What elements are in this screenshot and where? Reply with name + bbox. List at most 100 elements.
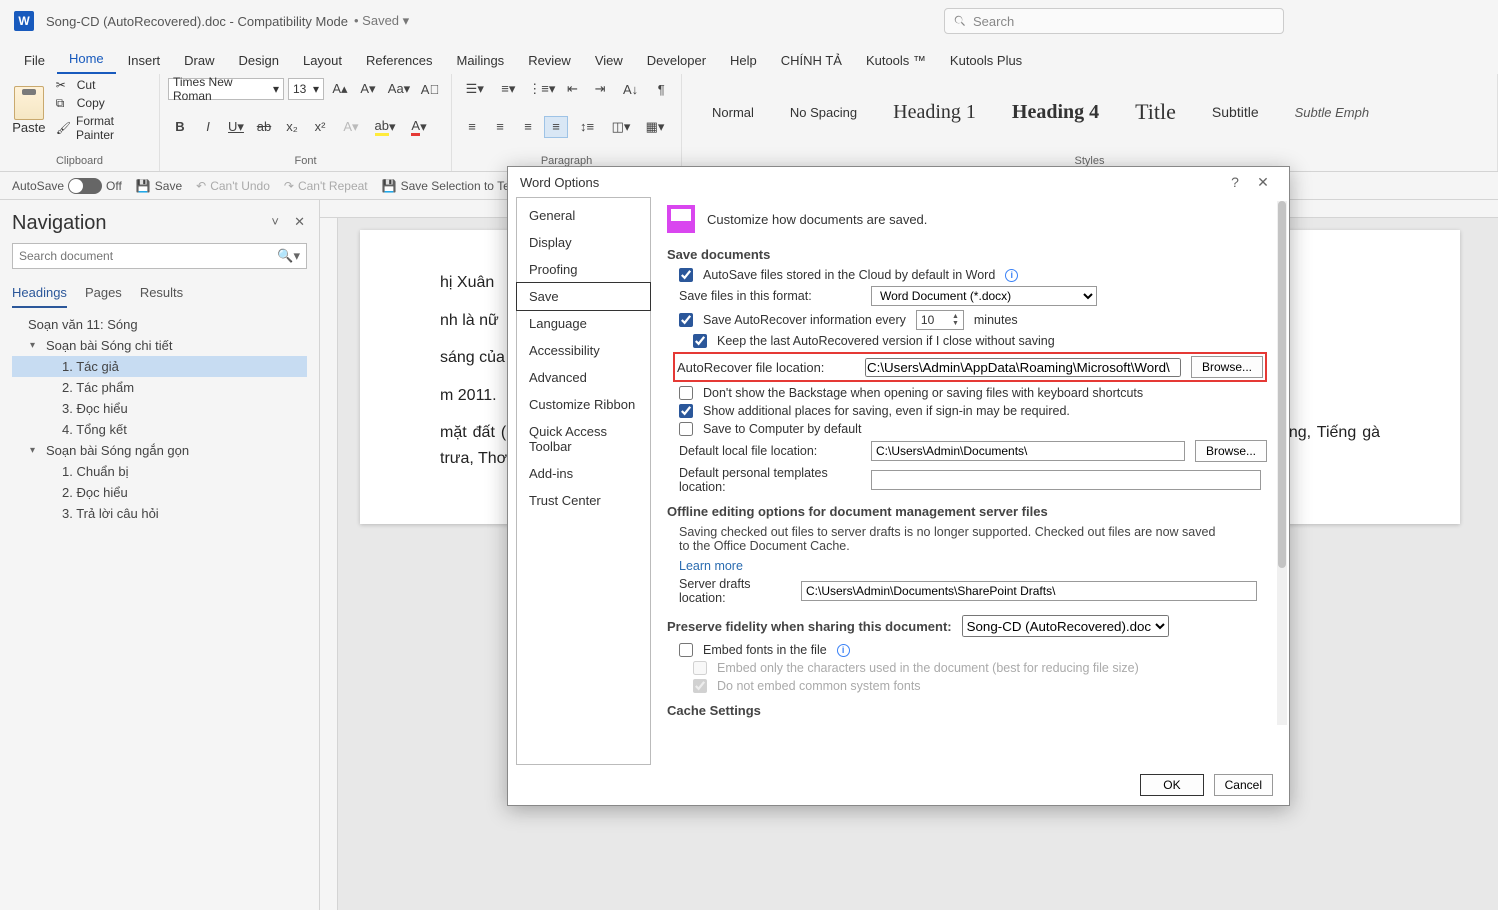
nav-search-box[interactable]: 🔍▾ [12, 243, 307, 269]
increase-font-button[interactable]: A▴ [328, 78, 352, 100]
nav-node[interactable]: 2. Đọc hiểu [12, 482, 307, 503]
category-add-ins[interactable]: Add-ins [517, 460, 650, 487]
autorecover-minutes-spinner[interactable]: 10▲▼ [916, 310, 964, 330]
italic-button[interactable]: I [196, 116, 220, 138]
nav-tab-pages[interactable]: Pages [85, 279, 122, 308]
ok-button[interactable]: OK [1140, 774, 1203, 796]
style-subtle-emph[interactable]: Subtle Emph [1281, 101, 1383, 124]
nav-node[interactable]: 3. Đọc hiểu [12, 398, 307, 419]
dialog-scrollbar[interactable] [1277, 201, 1287, 725]
scrollbar-thumb[interactable] [1278, 201, 1286, 568]
learn-more-link[interactable]: Learn more [679, 559, 1273, 573]
category-advanced[interactable]: Advanced [517, 364, 650, 391]
nav-collapse-icon[interactable]: ˅ [271, 214, 279, 229]
close-button[interactable]: ✕ [1249, 174, 1277, 191]
ribbon-tab-file[interactable]: File [12, 47, 57, 74]
nav-node[interactable]: 2. Tác phẩm [12, 377, 307, 398]
borders-button[interactable]: ▦▾ [640, 116, 670, 138]
dont-show-backstage-checkbox[interactable] [679, 386, 693, 400]
keep-last-checkbox[interactable] [693, 334, 707, 348]
justify-button[interactable]: ≡ [544, 116, 568, 138]
embed-fonts-checkbox[interactable] [679, 643, 693, 657]
category-customize-ribbon[interactable]: Customize Ribbon [517, 391, 650, 418]
nav-node[interactable]: ▾Soạn bài Sóng chi tiết [12, 335, 307, 356]
autorecover-loc-input[interactable] [865, 358, 1181, 377]
shading-button[interactable]: ◫▾ [606, 116, 636, 138]
ribbon-tab-home[interactable]: Home [57, 45, 116, 74]
copy-button[interactable]: ⧉Copy [56, 96, 151, 110]
align-center-button[interactable]: ≡ [488, 116, 512, 138]
superscript-button[interactable]: x² [308, 116, 332, 138]
numbering-button[interactable]: ≡▾ [494, 78, 524, 100]
line-spacing-button[interactable]: ↕≡ [572, 116, 602, 138]
decrease-indent-button[interactable]: ⇤ [561, 78, 585, 100]
ribbon-tab-draw[interactable]: Draw [172, 47, 226, 74]
default-local-browse-button[interactable]: Browse... [1195, 440, 1267, 462]
style-heading-1[interactable]: Heading 1 [879, 97, 990, 128]
ribbon-tab-design[interactable]: Design [227, 47, 291, 74]
ribbon-tab-mailings[interactable]: Mailings [445, 47, 517, 74]
vertical-ruler[interactable] [320, 218, 338, 910]
undo-button[interactable]: ↶Can't Undo [196, 179, 270, 193]
bullets-button[interactable]: ☰▾ [460, 78, 490, 100]
autosave-cloud-checkbox[interactable] [679, 268, 693, 282]
save-to-computer-checkbox[interactable] [679, 422, 693, 436]
font-color-button[interactable]: A▾ [404, 116, 434, 138]
cut-button[interactable]: ✂Cut [56, 78, 151, 92]
sort-button[interactable]: A↓ [616, 78, 646, 100]
style-normal[interactable]: Normal [698, 101, 768, 124]
subscript-button[interactable]: x₂ [280, 116, 304, 138]
ribbon-tab-kutools-plus[interactable]: Kutools Plus [938, 47, 1034, 74]
save-format-select[interactable]: Word Document (*.docx) [871, 286, 1097, 306]
category-general[interactable]: General [517, 202, 650, 229]
highlight-button[interactable]: ab▾ [370, 116, 400, 138]
personal-templates-input[interactable] [871, 470, 1261, 490]
category-display[interactable]: Display [517, 229, 650, 256]
ribbon-tab-insert[interactable]: Insert [116, 47, 173, 74]
style-no-spacing[interactable]: No Spacing [776, 101, 871, 124]
nav-tab-headings[interactable]: Headings [12, 279, 67, 308]
clear-formatting-button[interactable]: A⃠ [418, 78, 442, 100]
saved-status[interactable]: • Saved ▾ [354, 13, 409, 29]
default-local-input[interactable] [871, 441, 1185, 461]
ribbon-tab-review[interactable]: Review [516, 47, 583, 74]
font-size-select[interactable]: 13▾ [288, 78, 324, 100]
help-button[interactable]: ? [1221, 174, 1249, 190]
nav-close-icon[interactable]: ✕ [294, 214, 305, 230]
ribbon-tab-developer[interactable]: Developer [635, 47, 718, 74]
nav-node[interactable]: Soạn văn 11: Sóng [12, 314, 307, 335]
nav-node[interactable]: 3. Trả lời câu hỏi [12, 503, 307, 524]
style-title[interactable]: Title [1121, 95, 1190, 129]
category-accessibility[interactable]: Accessibility [517, 337, 650, 364]
ribbon-tab-help[interactable]: Help [718, 47, 769, 74]
paste-button[interactable]: Paste [8, 78, 50, 142]
info-icon[interactable]: i [837, 644, 850, 657]
show-additional-checkbox[interactable] [679, 404, 693, 418]
ribbon-tab-references[interactable]: References [354, 47, 444, 74]
underline-button[interactable]: U▾ [224, 116, 248, 138]
nav-node[interactable]: 4. Tổng kết [12, 419, 307, 440]
nav-node[interactable]: 1. Chuẩn bị [12, 461, 307, 482]
style-subtitle[interactable]: Subtitle [1198, 100, 1273, 124]
preserve-doc-select[interactable]: Song-CD (AutoRecovered).doc [962, 615, 1169, 637]
change-case-button[interactable]: Aa▾ [384, 78, 414, 100]
multilevel-button[interactable]: ⋮≡▾ [527, 78, 557, 100]
category-language[interactable]: Language [517, 310, 650, 337]
nav-search-input[interactable] [19, 249, 277, 263]
category-proofing[interactable]: Proofing [517, 256, 650, 283]
show-marks-button[interactable]: ¶ [649, 78, 673, 100]
ribbon-tab-kutools-[interactable]: Kutools ™ [854, 47, 938, 74]
strikethrough-button[interactable]: ab [252, 116, 276, 138]
autorecover-browse-button[interactable]: Browse... [1191, 356, 1263, 378]
bold-button[interactable]: B [168, 116, 192, 138]
decrease-font-button[interactable]: A▾ [356, 78, 380, 100]
server-drafts-input[interactable] [801, 581, 1257, 601]
nav-tab-results[interactable]: Results [140, 279, 183, 308]
nav-node[interactable]: 1. Tác giả [12, 356, 307, 377]
redo-button[interactable]: ↷Can't Repeat [284, 179, 368, 193]
align-right-button[interactable]: ≡ [516, 116, 540, 138]
category-quick-access-toolbar[interactable]: Quick Access Toolbar [517, 418, 650, 460]
autosave-toggle[interactable]: AutoSave Off [12, 178, 122, 194]
style-heading-4[interactable]: Heading 4 [998, 97, 1113, 128]
search-box[interactable]: Search [944, 8, 1284, 34]
